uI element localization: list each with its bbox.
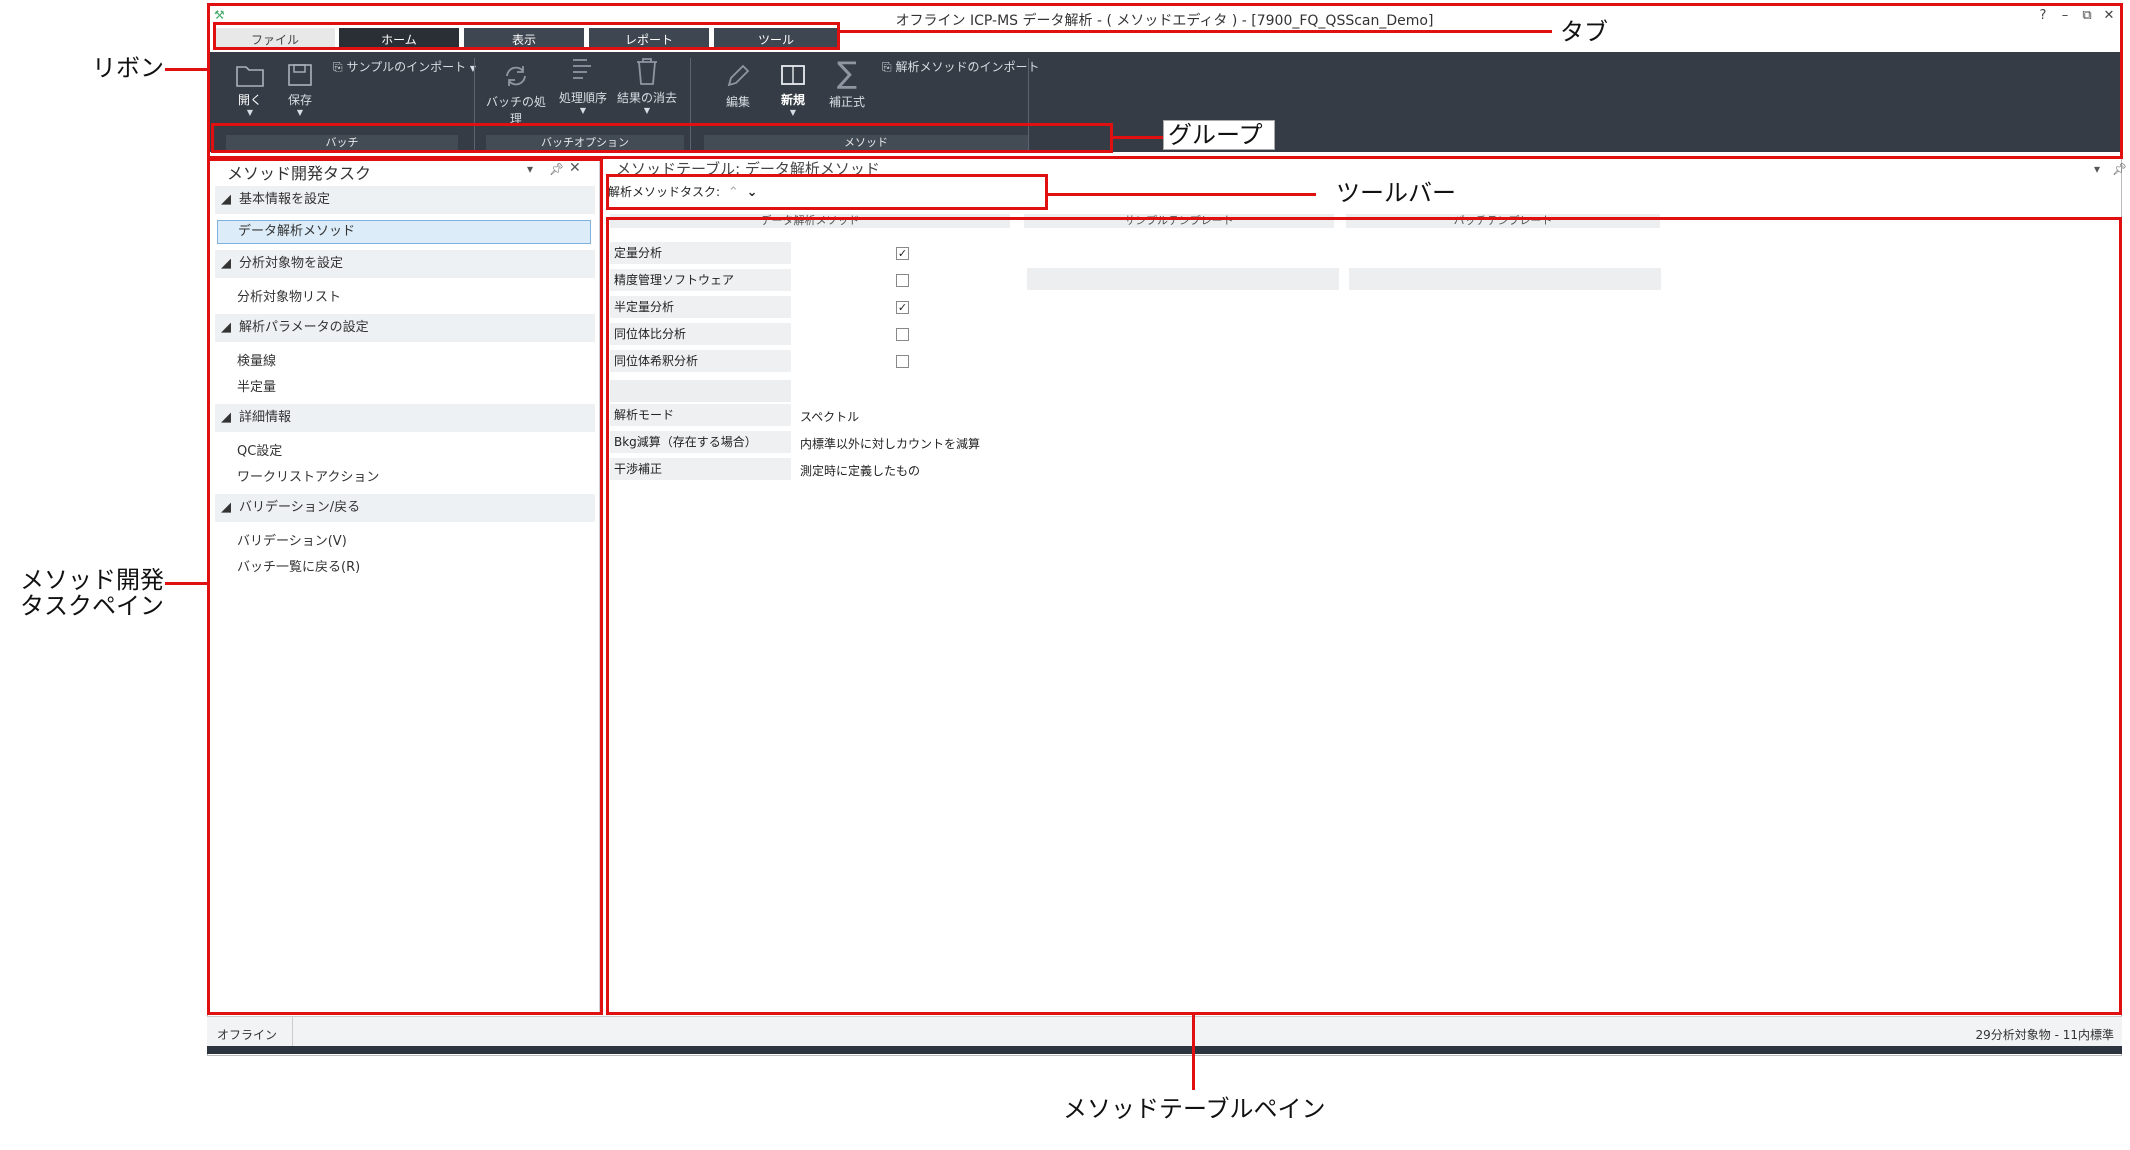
tab-callout-line <box>840 30 1552 33</box>
tab-callout-box <box>213 22 840 50</box>
status-offline: オフライン <box>217 1028 278 1042</box>
ribbon-callout: リボン <box>92 54 164 82</box>
dropdown-icon[interactable]: ▾ <box>2094 162 2100 176</box>
taskbar <box>207 1046 2122 1054</box>
group-callout-line <box>1113 136 1163 139</box>
table-pane-callout-box <box>606 217 2122 1015</box>
toolbar-callout: ツールバー <box>1336 179 1456 207</box>
task-pane-callout-line1: メソッド開発 <box>20 566 164 594</box>
toolbar-callout-box <box>606 174 1048 210</box>
group-callout: グループ <box>1163 120 1275 150</box>
group-callout-box <box>211 123 1113 153</box>
pin-icon[interactable]: 📌︎ <box>2112 162 2127 176</box>
toolbar-callout-line <box>1048 193 1316 196</box>
table-pane-callout: メソッドテーブルペイン <box>1063 1095 1326 1123</box>
task-pane-callout-line <box>165 582 207 585</box>
task-pane-callout-box <box>207 158 603 1015</box>
status-divider <box>292 1017 293 1047</box>
status-analyte-count: 29分析対象物 - 11内標準 <box>1975 1028 2115 1042</box>
table-pane-callout-line <box>1192 1015 1195 1090</box>
status-bar: オフライン 29分析対象物 - 11内標準 <box>207 1016 2122 1047</box>
tab-callout: タブ <box>1560 18 1608 46</box>
ribbon-callout-line <box>165 68 207 71</box>
task-pane-callout-line2: タスクペイン <box>20 592 164 620</box>
